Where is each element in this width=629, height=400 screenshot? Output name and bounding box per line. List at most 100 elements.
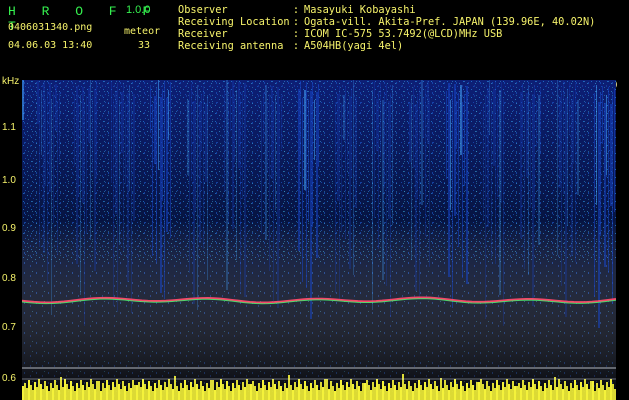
noise-streak [522, 84, 523, 146]
power-band-bar [580, 382, 582, 400]
noise-streak [121, 92, 123, 153]
noise-streak [162, 89, 163, 201]
power-band-bar [568, 391, 570, 400]
power-band-bar [436, 386, 438, 400]
noise-streak [567, 90, 568, 225]
power-band-bar [374, 387, 376, 400]
noise-streak [487, 88, 489, 227]
power-band-bar [36, 387, 38, 400]
power-band-bar [160, 385, 162, 400]
noise-streak [573, 91, 574, 164]
power-band-bar [380, 389, 382, 400]
noise-streak [314, 100, 315, 160]
power-band-bar [268, 382, 270, 400]
power-band-bar [498, 385, 500, 400]
noise-streak [452, 92, 453, 308]
noise-streak [374, 82, 375, 218]
power-band-bar [142, 379, 144, 400]
power-band-bar [310, 383, 312, 400]
noise-streak [240, 99, 241, 291]
power-band-bar [496, 380, 498, 400]
power-band-bar [344, 390, 346, 400]
power-band-bar [488, 386, 490, 400]
noise-streak [47, 91, 48, 284]
power-band-bar [550, 385, 552, 400]
power-band-bar [572, 388, 574, 400]
noise-streak [242, 91, 243, 199]
power-band-bar [482, 384, 484, 400]
power-band-bar [156, 388, 158, 400]
power-band-bar [520, 388, 522, 400]
noise-streak [298, 89, 300, 251]
power-band-bar [56, 385, 58, 400]
power-band-bar [232, 383, 234, 400]
power-band-bar [86, 382, 88, 400]
header-left: H R O F F T 1.0.0 0406031340.png meteor … [0, 0, 170, 72]
power-band-bar [110, 390, 112, 400]
noise-streak [411, 95, 412, 260]
power-band-bar [364, 383, 366, 400]
power-band-bar [204, 391, 206, 400]
power-band-bar [76, 383, 78, 400]
noise-streak [376, 99, 378, 151]
power-band-bar [446, 385, 448, 400]
power-band-bar [366, 380, 368, 400]
noise-streak [160, 97, 162, 293]
noise-streak [80, 95, 81, 295]
noise-streak [464, 94, 465, 186]
noise-streak [540, 87, 541, 153]
power-band-bar [468, 388, 470, 400]
power-band-bar [320, 382, 322, 400]
power-band-bar [294, 382, 296, 400]
power-band-bar [226, 381, 228, 400]
power-band-bar [162, 390, 164, 400]
meteor-label: meteor [124, 26, 161, 37]
power-band-bar [584, 379, 586, 400]
power-band-bar [330, 381, 332, 400]
noise-streak [460, 85, 462, 155]
power-band-bar [300, 384, 302, 400]
power-band-bar [518, 383, 520, 400]
power-band-bar [456, 384, 458, 400]
power-band-bar [52, 388, 54, 400]
power-band-bar [60, 377, 62, 400]
power-band-bar [136, 385, 138, 400]
noise-streak [520, 92, 522, 238]
power-band-bar [422, 390, 424, 400]
power-band-bar [236, 380, 238, 400]
noise-streak [343, 95, 345, 140]
noise-streak [275, 95, 276, 210]
noise-streak [421, 80, 423, 205]
noise-streak [450, 100, 451, 210]
power-band-bar [106, 380, 108, 400]
noise-streak [261, 101, 262, 234]
power-band-bar [258, 383, 260, 400]
power-band-bar [264, 385, 266, 400]
power-band-bar [328, 389, 330, 400]
power-band-bar [242, 382, 244, 400]
power-band-bar [484, 389, 486, 400]
power-band-bar [178, 391, 180, 400]
file-name: 0406031340.png [8, 22, 93, 33]
noise-streak [355, 97, 357, 208]
noise-streak [158, 80, 159, 170]
noise-streak [419, 88, 420, 297]
noise-streak [610, 104, 612, 206]
power-band-bar [536, 389, 538, 400]
power-band-bar [582, 387, 584, 400]
power-band-bar [512, 381, 514, 400]
power-band-bar [586, 384, 588, 400]
power-band-bar [276, 389, 278, 400]
noise-streak [536, 103, 537, 147]
power-band-bar [284, 383, 286, 400]
noise-streak [45, 99, 46, 186]
noise-streak [458, 93, 459, 247]
antenna-label: Receiving antenna [178, 40, 284, 52]
noise-streak [207, 95, 208, 280]
power-band-bar [434, 381, 436, 400]
power-band-bar [388, 383, 390, 400]
noise-streak [150, 87, 151, 133]
power-band-bar [202, 386, 204, 400]
noise-streak [59, 93, 60, 162]
y-tick-0-9: 0.9 [2, 223, 16, 234]
